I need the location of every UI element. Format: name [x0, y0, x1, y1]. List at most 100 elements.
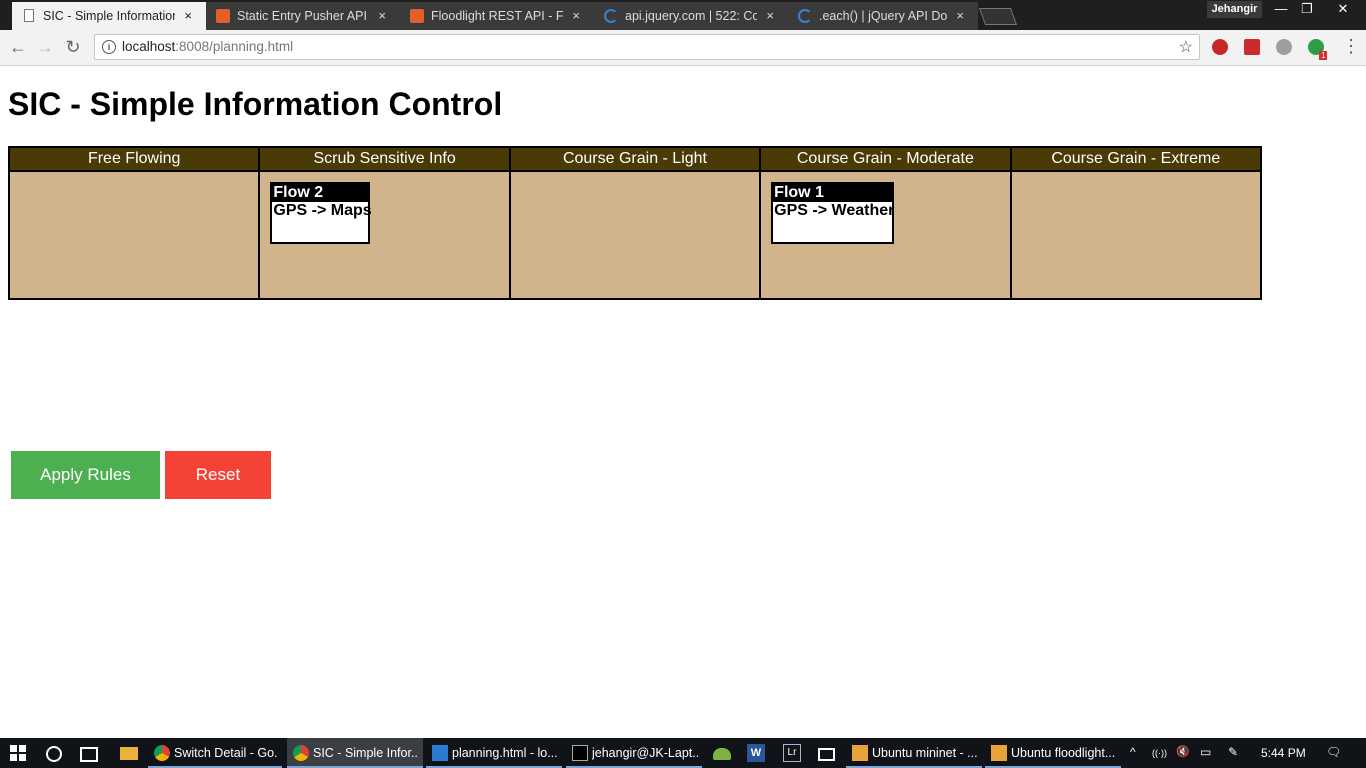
tab-close-icon[interactable]: × [766, 8, 774, 23]
taskbar-item-terminal[interactable]: jehangir@JK-Lapt... [566, 738, 702, 768]
tab-jquery-522[interactable]: api.jquery.com | 522: Con × [594, 2, 788, 30]
restore-button[interactable]: ❐ [1294, 0, 1320, 18]
url-path: :8008/planning.html [175, 39, 294, 54]
column-header-course-extreme: Course Grain - Extreme [1009, 146, 1263, 172]
profile-button[interactable]: Jehangir [1207, 1, 1262, 18]
virtualbox-icon [991, 745, 1007, 761]
column-header-course-moderate: Course Grain - Moderate [759, 146, 1012, 172]
dropzone-scrub-sensitive[interactable]: Flow 2 GPS -> Maps [258, 170, 511, 300]
tab-strip: SIC - Simple Information × Static Entry … [0, 0, 1366, 30]
battery-icon[interactable]: ▭ [1200, 745, 1211, 759]
dropzone-free-flowing[interactable] [7, 170, 261, 300]
close-window-button[interactable]: ✕ [1328, 0, 1358, 18]
dropzone-course-light[interactable] [508, 170, 762, 300]
task-label: Switch Detail - Go... [174, 746, 278, 760]
chrome-icon [293, 745, 309, 761]
clock[interactable]: 5:44 PM [1261, 746, 1306, 760]
tab-title: Floodlight REST API - Flo [431, 9, 563, 23]
file-explorer-icon[interactable] [120, 747, 138, 760]
reload-button[interactable]: ↻ [63, 37, 83, 58]
task-label: planning.html - lo... [452, 746, 558, 760]
taskbar-item-sic[interactable]: SIC - Simple Infor... [287, 738, 423, 768]
tab-close-icon[interactable]: × [572, 8, 580, 23]
bookmark-star-icon[interactable]: ☆ [1179, 37, 1193, 57]
chrome-icon [154, 745, 170, 761]
tab-title: api.jquery.com | 522: Con [625, 9, 757, 23]
ublock-extension-icon[interactable] [1212, 39, 1228, 55]
floodlight-icon [410, 9, 424, 23]
wifi-icon[interactable]: ((·)) [1152, 748, 1167, 758]
taskbar-item-ubuntu-mininet[interactable]: Ubuntu mininet - ... [846, 738, 982, 768]
tab-title: Static Entry Pusher API - [237, 9, 369, 23]
lastpass-extension-icon[interactable] [1244, 39, 1260, 55]
flow-card[interactable]: Flow 1 GPS -> Weather [771, 182, 894, 244]
minimize-button[interactable]: — [1268, 0, 1294, 18]
task-label: jehangir@JK-Lapt... [592, 746, 698, 760]
dropzone-course-extreme[interactable] [1009, 170, 1263, 300]
notifications-icon[interactable]: 🗨 [1326, 745, 1341, 759]
tab-close-icon[interactable]: × [956, 8, 964, 23]
tab-title: SIC - Simple Information [43, 9, 175, 23]
windows-logo-icon [10, 754, 17, 761]
tab-static-entry-pusher[interactable]: Static Entry Pusher API - × [206, 2, 400, 30]
taskbar-item-planning-html[interactable]: planning.html - lo... [426, 738, 562, 768]
lightroom-icon[interactable]: Lr [783, 744, 801, 762]
column-header-course-light: Course Grain - Light [508, 146, 762, 172]
pen-icon[interactable]: ✎ [1228, 745, 1238, 759]
url-host: localhost [122, 39, 176, 54]
tray-overflow-chevron-icon[interactable]: ^ [1130, 745, 1136, 759]
header-row: Free Flowing Scrub Sensitive Info Course… [7, 146, 1263, 172]
globe-extension-icon[interactable] [1276, 39, 1292, 55]
mail-icon[interactable] [818, 748, 835, 761]
page-title: SIC - Simple Information Control [8, 86, 503, 122]
flow-name: Flow 2 [272, 184, 369, 202]
flow-description: GPS -> Maps [273, 202, 372, 219]
flow-card[interactable]: Flow 2 GPS -> Maps [270, 182, 372, 244]
new-tab-button[interactable] [978, 8, 1018, 25]
windows-logo-icon [19, 745, 26, 752]
floodlight-icon [216, 9, 230, 23]
planning-board: Free Flowing Scrub Sensitive Info Course… [7, 146, 1263, 300]
word-icon[interactable]: W [747, 744, 765, 762]
windows-logo-icon [19, 754, 26, 761]
jquery-icon [604, 9, 618, 23]
tab-close-icon[interactable]: × [184, 8, 192, 23]
android-icon[interactable] [713, 748, 731, 760]
taskbar-item-ubuntu-floodlight[interactable]: Ubuntu floodlight... [985, 738, 1121, 768]
tab-floodlight-rest[interactable]: Floodlight REST API - Flo × [400, 2, 594, 30]
tab-close-icon[interactable]: × [378, 8, 386, 23]
tab-sic[interactable]: SIC - Simple Information × [12, 2, 206, 30]
tab-jquery-each[interactable]: .each() | jQuery API Docu × [788, 2, 978, 30]
jquery-icon [798, 9, 812, 23]
drop-row: Flow 2 GPS -> Maps Flow 1 GPS -> Weather [7, 170, 1263, 300]
browser-toolbar: ← → ↻ i localhost:8008/planning.html ☆ 1… [0, 30, 1366, 66]
apply-rules-button[interactable]: Apply Rules [11, 451, 160, 499]
start-button[interactable] [10, 745, 26, 761]
extension-badge: 1 [1319, 51, 1328, 60]
doc-icon [24, 9, 34, 22]
dropzone-course-moderate[interactable]: Flow 1 GPS -> Weather [759, 170, 1012, 300]
windows-taskbar: Switch Detail - Go... SIC - Simple Infor… [0, 738, 1366, 768]
task-view-icon[interactable] [80, 747, 98, 762]
task-label: SIC - Simple Infor... [313, 746, 419, 760]
menu-icon[interactable]: ⋮ [1342, 36, 1360, 57]
forward-button[interactable]: → [35, 37, 55, 58]
terminal-icon [572, 745, 588, 761]
back-button[interactable]: ← [8, 37, 28, 58]
url-text[interactable]: localhost:8008/planning.html [122, 39, 293, 54]
column-header-scrub-sensitive: Scrub Sensitive Info [258, 146, 511, 172]
info-icon[interactable]: i [102, 40, 116, 54]
volume-muted-icon[interactable]: 🔇 [1176, 745, 1190, 758]
address-bar[interactable]: i localhost:8008/planning.html ☆ [94, 34, 1200, 60]
reset-button[interactable]: Reset [165, 451, 271, 499]
virtualbox-icon [852, 745, 868, 761]
flow-name: Flow 1 [773, 184, 893, 202]
cortana-icon[interactable] [46, 746, 62, 762]
flow-description: GPS -> Weather [774, 202, 895, 219]
task-label: Ubuntu mininet - ... [872, 746, 978, 760]
column-header-free-flowing: Free Flowing [7, 146, 261, 172]
tab-title: .each() | jQuery API Docu [819, 9, 947, 23]
task-label: Ubuntu floodlight... [1011, 746, 1116, 760]
vscode-icon [432, 745, 448, 761]
taskbar-item-switch-detail[interactable]: Switch Detail - Go... [148, 738, 282, 768]
